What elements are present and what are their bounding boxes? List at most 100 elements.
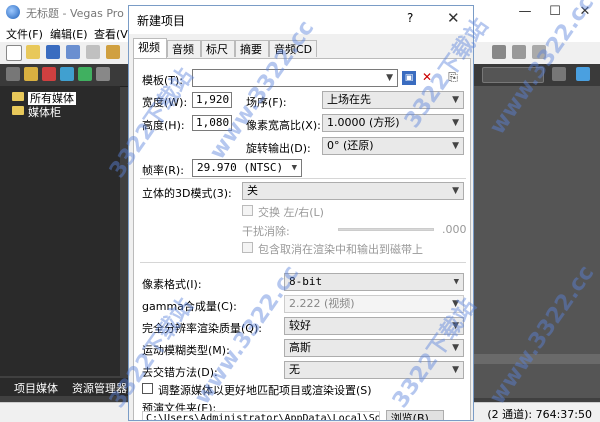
folder-icon [12, 106, 24, 115]
frame-rate-label: 帧率(R): [142, 164, 184, 177]
menu-file[interactable]: 文件(F) [6, 26, 43, 42]
menu-edit[interactable]: 编辑(E) [50, 26, 88, 42]
match-media-icon[interactable]: ⎘ [446, 70, 460, 84]
tab-summary[interactable]: 摘要 [235, 40, 269, 57]
chevron-down-icon: ▼ [452, 321, 459, 331]
motion-blur-dropdown[interactable]: 高斯 ▼ [284, 339, 464, 357]
project-media-panel: 所有媒体 媒体柜 [0, 86, 120, 376]
crosstalk-label: 干扰消除: [242, 225, 290, 238]
tab-explorer[interactable]: 资源管理器 [72, 380, 127, 396]
transport-strip [474, 354, 600, 364]
selection-tool-icon[interactable] [532, 45, 546, 59]
prerender-path-field[interactable]: C:\Users\Administrator\AppData\Local\Son… [142, 411, 380, 420]
chevron-down-icon: ▼ [452, 299, 459, 309]
stereo3d-label: 立体的3D模式(3): [142, 187, 232, 200]
chevron-down-icon: ▼ [452, 186, 459, 196]
stereo3d-dropdown[interactable]: 关 ▼ [242, 182, 464, 200]
status-text: (2 通道): 764:37:50 [487, 408, 592, 421]
chevron-down-icon: ▼ [453, 277, 459, 287]
include-cancel-checkbox[interactable] [242, 242, 253, 253]
menu-view[interactable]: 查看(V) [94, 26, 132, 42]
dialog-title-bar: 新建项目 ? ✕ [129, 6, 473, 34]
height-field[interactable]: 1,080 [192, 115, 232, 131]
app-title: 无标题 - Vegas Pro 11 [26, 7, 142, 20]
template-dropdown[interactable]: ▼ [192, 69, 398, 87]
pixel-format-label: 像素格式(I): [142, 278, 202, 291]
save-toolbar-icon[interactable] [46, 45, 60, 59]
remove-icon[interactable] [42, 67, 56, 81]
new-icon[interactable] [6, 45, 22, 61]
chevron-down-icon: ▼ [291, 163, 297, 173]
close-icon[interactable]: ✕ [447, 9, 460, 27]
include-cancel-label: 包含取消在渲染中和输出到磁带上 [258, 243, 423, 256]
tab-ruler[interactable]: 标尺 [201, 40, 235, 57]
help-icon[interactable]: ? [407, 11, 413, 25]
deinterlace-dropdown[interactable]: 无 ▼ [284, 361, 464, 379]
chevron-down-icon: ▼ [386, 73, 393, 83]
maximize-icon[interactable]: ☐ [540, 2, 570, 22]
chevron-down-icon: ▼ [452, 118, 459, 128]
tab-audio-cd[interactable]: 音频CD [269, 40, 317, 57]
rotation-label: 旋转输出(D): [246, 142, 311, 155]
tab-project-media[interactable]: 项目媒体 [14, 380, 58, 396]
chevron-down-icon: ▼ [452, 343, 459, 353]
gamma-label: gamma合成量(C): [142, 300, 237, 313]
adjust-media-label: 调整源媒体以更好地匹配项目或渲染设置(S) [158, 384, 372, 397]
width-label: 宽度(W): [142, 96, 188, 109]
media-tree: 所有媒体 媒体柜 [12, 90, 76, 119]
pixel-aspect-dropdown[interactable]: 1.0000 (方形) ▼ [322, 114, 464, 132]
app-close-icon[interactable]: ✕ [570, 2, 600, 22]
edit-tool-icon[interactable] [492, 45, 506, 59]
tree-item-media-bins[interactable]: 媒体柜 [12, 104, 76, 119]
delete-icon[interactable]: ✕ [420, 70, 434, 84]
open-icon[interactable] [26, 45, 40, 59]
full-res-label: 完全分辨率渲染质量(Q): [142, 322, 262, 335]
envelope-tool-icon[interactable] [512, 45, 526, 59]
save-icon[interactable]: ▣ [402, 71, 416, 85]
properties-icon[interactable] [86, 45, 100, 59]
views-icon[interactable] [96, 67, 110, 81]
width-field[interactable]: 1,920 [192, 92, 232, 108]
divider [140, 262, 466, 263]
swap-checkbox[interactable] [242, 205, 253, 216]
chevron-down-icon: ▼ [452, 95, 459, 105]
web-icon[interactable] [78, 67, 92, 81]
refresh-icon[interactable] [60, 67, 74, 81]
chevron-down-icon: ▼ [452, 141, 459, 151]
adjust-media-checkbox[interactable] [142, 383, 153, 394]
frame-rate-dropdown[interactable]: 29.970 (NTSC) ▼ [192, 159, 302, 177]
chevron-down-icon: ▼ [452, 365, 459, 375]
field-order-label: 场序(F): [246, 96, 287, 109]
swap-label: 交换 左/右(L) [258, 206, 324, 219]
field-order-dropdown[interactable]: 上场在先 ▼ [322, 91, 464, 109]
save-as-icon[interactable] [66, 45, 80, 59]
folder-icon [12, 92, 24, 101]
deinterlace-label: 去交错方法(D): [142, 366, 218, 379]
preview-dropdown[interactable] [482, 67, 544, 83]
browse-button[interactable]: 浏览(B)... [386, 410, 444, 420]
tab-video[interactable]: 视频 [133, 38, 167, 58]
full-res-dropdown[interactable]: 较好 ▼ [284, 317, 464, 335]
divider [140, 178, 466, 179]
crosstalk-value: .000 [442, 223, 467, 236]
import-icon[interactable] [6, 67, 20, 81]
monitor-icon[interactable] [576, 67, 590, 81]
rotation-dropdown[interactable]: 0° (还原) ▼ [322, 137, 464, 155]
tree-item-all-media[interactable]: 所有媒体 [12, 90, 76, 105]
gamma-dropdown[interactable]: 2.222 (视频) ▼ [284, 295, 464, 313]
vegas-logo-icon [6, 5, 20, 19]
bottom-tab-bar: 项目媒体 资源管理器 [0, 378, 130, 396]
motion-blur-label: 运动模糊类型(M): [142, 344, 230, 357]
height-label: 高度(H): [142, 119, 185, 132]
capture-icon[interactable] [24, 67, 38, 81]
new-project-dialog: 新建项目 ? ✕ 视频 音频 标尺 摘要 音频CD 模板(T): ▼ ▣ ✕ ⎘… [128, 5, 474, 421]
tab-audio[interactable]: 音频 [167, 40, 201, 57]
dialog-title: 新建项目 [137, 14, 186, 28]
crosstalk-slider[interactable] [338, 228, 434, 231]
preview-option-icon[interactable] [552, 67, 566, 81]
render-icon[interactable] [106, 45, 120, 59]
minimize-icon[interactable]: — [510, 2, 540, 22]
template-label: 模板(T): [142, 74, 184, 87]
pixel-format-dropdown[interactable]: 8-bit ▼ [284, 273, 464, 291]
video-tab-page: 模板(T): ▼ ▣ ✕ ⎘ 宽度(W): 1,920 场序(F): 上场在先 ▼… [133, 58, 471, 420]
